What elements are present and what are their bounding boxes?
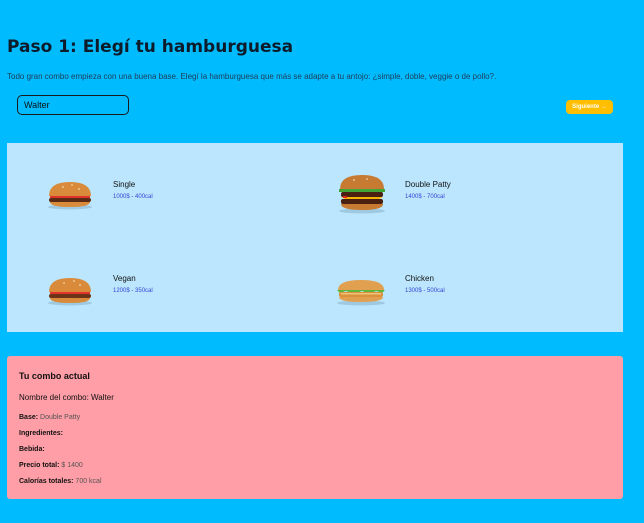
ingredients-label: Ingredientes: [19,430,63,437]
burger-price-calories: 1000$ - 400cal [113,194,153,200]
burger-name: Double Patty [405,180,451,189]
summary-ingredients-row: Ingredientes: [19,430,63,437]
burger-option-single[interactable]: Single 1000$ - 400cal [7,143,307,223]
summary-title: Tu combo actual [19,371,90,381]
chicken-burger-image [337,280,385,306]
price-value: $ 1400 [61,462,83,469]
double-patty-burger-image [339,175,385,214]
burger-options-grid: Single 1000$ - 400cal Double Patty 1400$… [7,143,623,332]
combo-summary-panel: Tu combo actual Nombre del combo: Walter… [7,356,623,499]
burger-option-double-patty[interactable]: Double Patty 1400$ - 700cal [299,143,599,223]
base-value: Double Patty [40,414,81,421]
calories-value: 700 kcal [75,478,102,485]
burger-name: Vegan [113,274,136,283]
drink-label: Bebida: [19,446,45,453]
page-description: Todo gran combo empieza con una buena ba… [7,72,497,81]
next-button[interactable]: Siguiente → [566,100,613,114]
summary-drink-row: Bebida: [19,446,45,453]
single-burger-image [48,182,92,210]
burger-price-calories: 1200$ - 350cal [113,288,153,294]
summary-combo-name: Nombre del combo: Walter [19,393,114,402]
burger-price-calories: 1300$ - 500cal [405,288,445,294]
burger-name: Chicken [405,274,434,283]
burger-name: Single [113,180,136,189]
summary-price-row: Precio total: $ 1400 [19,462,83,469]
page-title: Paso 1: Elegí tu hamburguesa [7,37,294,57]
combo-name-label: Nombre del combo: [19,393,89,402]
summary-base-row: Base: Double Patty [19,414,80,421]
combo-name-input[interactable] [17,95,129,115]
summary-calories-row: Calorías totales: 700 kcal [19,478,102,485]
burger-price-calories: 1400$ - 700cal [405,194,445,200]
combo-name-value: Walter [91,393,114,402]
burger-option-vegan[interactable]: Vegan 1200$ - 350cal [7,237,307,317]
calories-label: Calorías totales: [19,478,74,485]
price-label: Precio total: [19,462,60,469]
base-label: Base: [19,414,39,421]
burger-option-chicken[interactable]: Chicken 1300$ - 500cal [299,237,599,317]
vegan-burger-image [48,278,92,306]
